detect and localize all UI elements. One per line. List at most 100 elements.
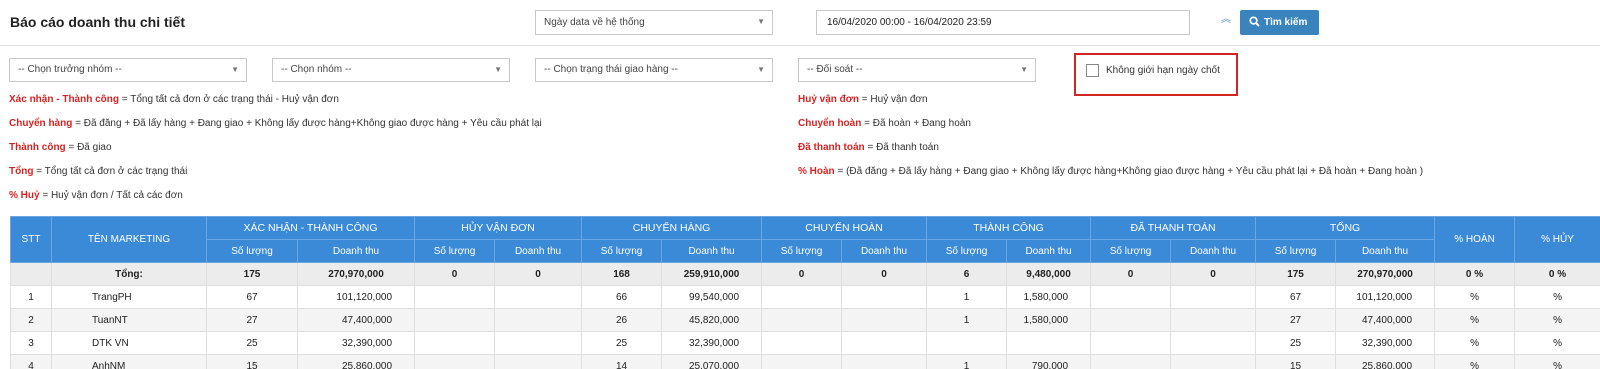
legend-key: % Hoàn: [798, 166, 835, 177]
group-value: -- Chọn nhóm --: [281, 64, 352, 75]
table-cell: [1090, 285, 1172, 309]
table-cell: [1090, 331, 1172, 355]
legend-text: = Huỷ vận đơn: [859, 94, 928, 105]
table-cell: 47,400,000: [296, 308, 416, 332]
table-cell: %: [1434, 285, 1516, 309]
table-cell: 0: [761, 262, 843, 286]
table-row: 1 TrangPH 67 101,120,000 66 99,540,000 1 1,580,…: [10, 285, 1600, 309]
header-group: TỔNG: [1255, 216, 1436, 240]
header-revenue: Doanh thu: [841, 239, 928, 263]
table-cell: [1170, 285, 1257, 309]
legend-key: Thành công: [9, 142, 66, 153]
legend-key: Chuyển hàng: [9, 118, 73, 129]
table-cell: %: [1434, 331, 1516, 355]
table-cell: 101,120,000: [296, 285, 416, 309]
legend-key: Chuyển hoàn: [798, 118, 862, 129]
reconcile-select[interactable]: -- Đối soát -- ▼: [798, 58, 1036, 82]
chevron-down-icon: ▼: [757, 65, 765, 74]
legend-item: Chuyển hoàn = Đã hoàn + Đang hoàn: [798, 118, 971, 129]
table-cell: %: [1514, 354, 1600, 369]
table-cell: 9,480,000: [1006, 262, 1092, 286]
total-row: Tổng: 175 270,970,000 0 0 168 259,910,000 0 0 6 9,…: [10, 262, 1600, 286]
legend-text: = Tổng tất cả đơn ở các trạng thái: [33, 166, 188, 177]
table-cell: %: [1514, 285, 1600, 309]
table-cell: [414, 331, 496, 355]
table-row: 3 DTK VN 25 32,390,000 25 32,390,000 25 32,390,…: [10, 331, 1600, 355]
table-cell: 0: [494, 262, 583, 286]
legend-key: % Huỷ: [9, 190, 40, 201]
table-cell: 27: [206, 308, 298, 332]
chevron-down-icon: ▼: [1020, 65, 1028, 74]
table-cell: 32,390,000: [296, 331, 416, 355]
chevron-down-icon: ▼: [231, 65, 239, 74]
table-cell: 0 %: [1434, 262, 1516, 286]
date-type-select[interactable]: Ngày data về hệ thống ▼: [535, 10, 773, 35]
table-cell: [1170, 308, 1257, 332]
legend-text: = Tổng tất cả đơn ở các trạng thái - Huỷ…: [119, 94, 339, 105]
table-cell: [494, 285, 583, 309]
legend-key: Huỷ vận đơn: [798, 94, 860, 105]
header-group: THÀNH CÔNG: [926, 216, 1092, 240]
table-cell: [926, 331, 1008, 355]
table-cell: 1: [10, 285, 52, 309]
table-cell: 1,580,000: [1006, 285, 1092, 309]
delivery-status-value: -- Chọn trạng thái giao hàng --: [544, 64, 678, 75]
table-cell: %: [1434, 354, 1516, 369]
marketing-name-cell: DTK VN: [51, 331, 207, 355]
table-cell: 32,390,000: [661, 331, 763, 355]
header-marketing-name: TÊN MARKETING: [51, 216, 207, 263]
table-cell: 168: [581, 262, 663, 286]
table-cell: 99,540,000: [661, 285, 763, 309]
date-type-value: Ngày data về hệ thống: [544, 17, 645, 28]
legend-item: Đã thanh toán = Đã thanh toán: [798, 142, 939, 153]
table-cell: [1090, 354, 1172, 369]
header-revenue: Doanh thu: [296, 239, 416, 263]
header-group: HỦY VẬN ĐƠN: [414, 216, 583, 240]
table-cell: %: [1514, 308, 1600, 332]
table-cell: [1090, 308, 1172, 332]
table-cell: 25,860,000: [296, 354, 416, 369]
table-cell: [841, 354, 928, 369]
page-header: Báo cáo doanh thu chi tiết Ngày data về …: [0, 0, 1600, 46]
marketing-name-cell: TuanNT: [51, 308, 207, 332]
group-select[interactable]: -- Chọn nhóm -- ▼: [272, 58, 510, 82]
search-button-label: Tìm kiếm: [1264, 17, 1308, 28]
table-cell: 175: [1255, 262, 1337, 286]
group-leader-select[interactable]: -- Chọn trưởng nhóm -- ▼: [9, 58, 247, 82]
table-cell: 0 %: [1514, 262, 1600, 286]
table-cell: %: [1514, 331, 1600, 355]
header-revenue: Doanh thu: [1335, 239, 1436, 263]
date-range-input[interactable]: 16/04/2020 00:00 - 16/04/2020 23:59: [816, 10, 1190, 35]
table-cell: 1: [926, 285, 1008, 309]
legend-text: = Đã thanh toán: [864, 142, 939, 153]
table-cell: [1170, 354, 1257, 369]
header-group: CHUYỂN HOÀN: [761, 216, 928, 240]
header-quantity: Số lượng: [206, 239, 298, 263]
table-cell: 101,120,000: [1335, 285, 1436, 309]
legend-text: = Đã hoàn + Đang hoàn: [861, 118, 971, 129]
chevron-down-icon: ▼: [494, 65, 502, 74]
table-cell: [1006, 331, 1092, 355]
collapse-up-icon[interactable]: ︽: [1221, 15, 1231, 25]
table-cell: [414, 308, 496, 332]
table-cell: 2: [10, 308, 52, 332]
header-stt: STT: [10, 216, 52, 263]
no-limit-label[interactable]: Không giới hạn ngày chốt: [1106, 65, 1220, 76]
header-quantity: Số lượng: [414, 239, 496, 263]
table-cell: [1170, 331, 1257, 355]
table-cell: [414, 354, 496, 369]
table-cell: [761, 331, 843, 355]
table-cell: [841, 285, 928, 309]
table-cell: 4: [10, 354, 52, 369]
search-button[interactable]: Tìm kiếm: [1240, 10, 1319, 35]
legend-key: Xác nhận - Thành công: [9, 94, 120, 105]
table-cell: 25: [581, 331, 663, 355]
marketing-name-cell: AnhNM: [51, 354, 207, 369]
header-group: CHUYỂN HÀNG: [581, 216, 763, 240]
legend-text: = Huỷ vận đơn / Tất cả các đơn: [39, 190, 183, 201]
legend-item: % Huỷ = Huỷ vận đơn / Tất cả các đơn: [9, 190, 183, 201]
table-cell: [841, 331, 928, 355]
delivery-status-select[interactable]: -- Chọn trạng thái giao hàng -- ▼: [535, 58, 773, 82]
no-limit-checkbox[interactable]: [1086, 64, 1099, 77]
table-cell: 25: [206, 331, 298, 355]
